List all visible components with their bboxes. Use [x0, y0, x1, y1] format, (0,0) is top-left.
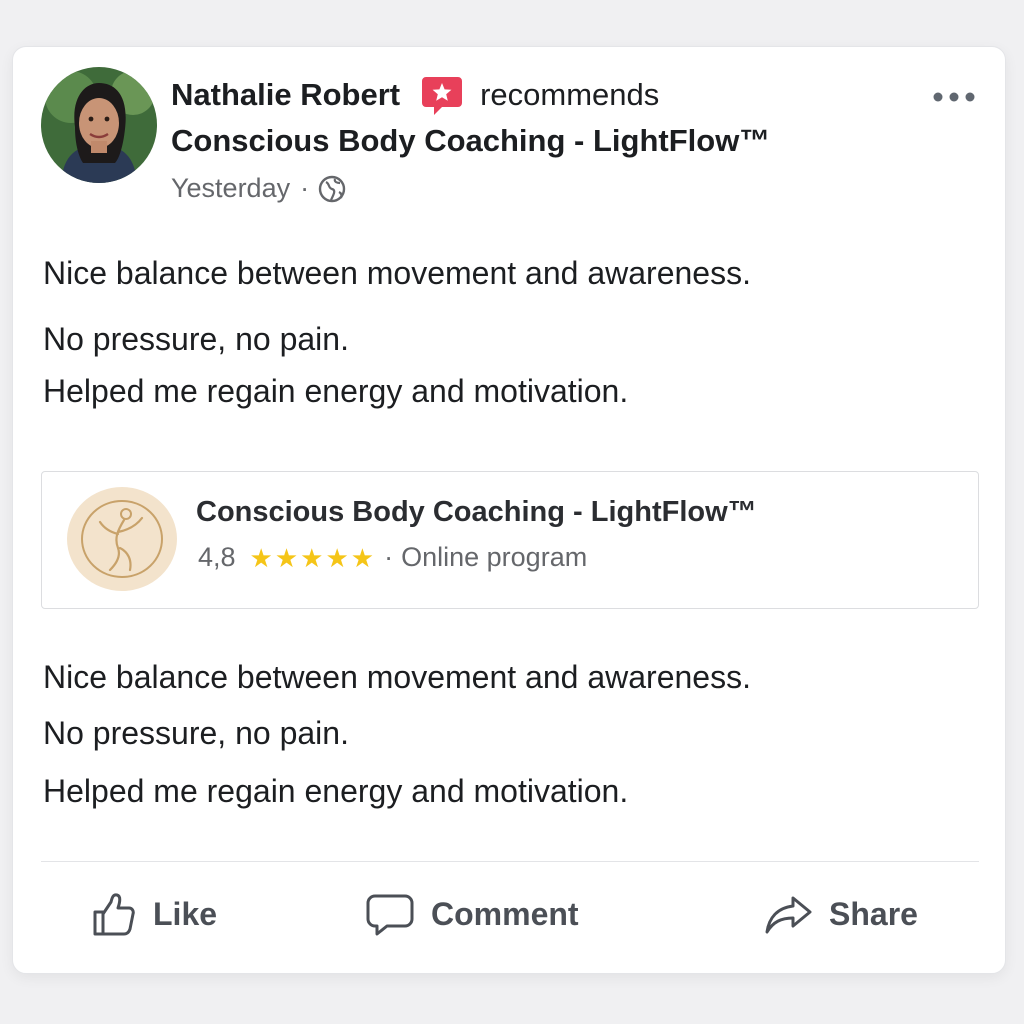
comment-icon — [366, 894, 414, 936]
share-label: Share — [829, 895, 918, 932]
post-header: Nathalie Robert recommends — [171, 73, 659, 117]
post-text-repeat-line-2: No pressure, no pain. — [43, 715, 349, 751]
avatar[interactable] — [41, 67, 157, 183]
link-meta-separator: · — [384, 542, 394, 572]
post-text-line-3: Helped me regain energy and motivation. — [43, 373, 629, 409]
star-icon: ★ — [274, 542, 299, 573]
link-card-title: Conscious Body Coaching - LightFlow™ — [196, 496, 757, 528]
share-button[interactable]: Share — [763, 887, 918, 941]
page-link-card[interactable]: Conscious Body Coaching - LightFlow™ 4,8… — [41, 471, 979, 609]
actions-divider — [41, 861, 979, 862]
link-card-meta: 4,8 ★ ★ ★ ★ ★ · Online program — [198, 542, 587, 573]
post-text-repeat-line-3: Helped me regain energy and motivation. — [43, 773, 629, 809]
star-icon: ★ — [350, 542, 375, 573]
post-text-line-2: No pressure, no pain. — [43, 321, 349, 357]
post-text-line-1: Nice balance between movement and awaren… — [43, 255, 751, 291]
like-button[interactable]: Like — [89, 887, 217, 941]
more-options-icon[interactable] — [931, 85, 977, 109]
comment-label: Comment — [431, 895, 579, 932]
author-name[interactable]: Nathalie Robert — [171, 77, 400, 113]
dancer-logo-icon — [66, 486, 178, 592]
star-icon: ★ — [325, 542, 349, 573]
post-meta: Yesterday · — [171, 173, 347, 204]
share-icon — [765, 896, 812, 934]
thumbs-up-icon — [93, 893, 135, 936]
meta-separator: · — [300, 173, 310, 203]
rating-value: 4,8 — [198, 542, 236, 572]
like-label: Like — [153, 895, 218, 932]
rating-stars: ★ ★ ★ ★ ★ — [250, 545, 375, 571]
recommend-star-icon — [420, 73, 464, 117]
post-timestamp[interactable]: Yesterday — [171, 173, 290, 204]
recommends-label: recommends — [480, 77, 660, 112]
link-card-category: Online program — [401, 542, 588, 572]
star-icon: ★ — [300, 542, 324, 573]
post-card: Nathalie Robert recommends Conscious Bod… — [12, 46, 1006, 974]
comment-button[interactable]: Comment — [365, 887, 579, 941]
post-text-repeat-line-1: Nice balance between movement and awaren… — [43, 659, 751, 695]
recommended-page-name[interactable]: Conscious Body Coaching - LightFlow™ — [171, 123, 770, 159]
star-icon: ★ — [249, 542, 273, 573]
globe-icon[interactable] — [317, 174, 347, 204]
